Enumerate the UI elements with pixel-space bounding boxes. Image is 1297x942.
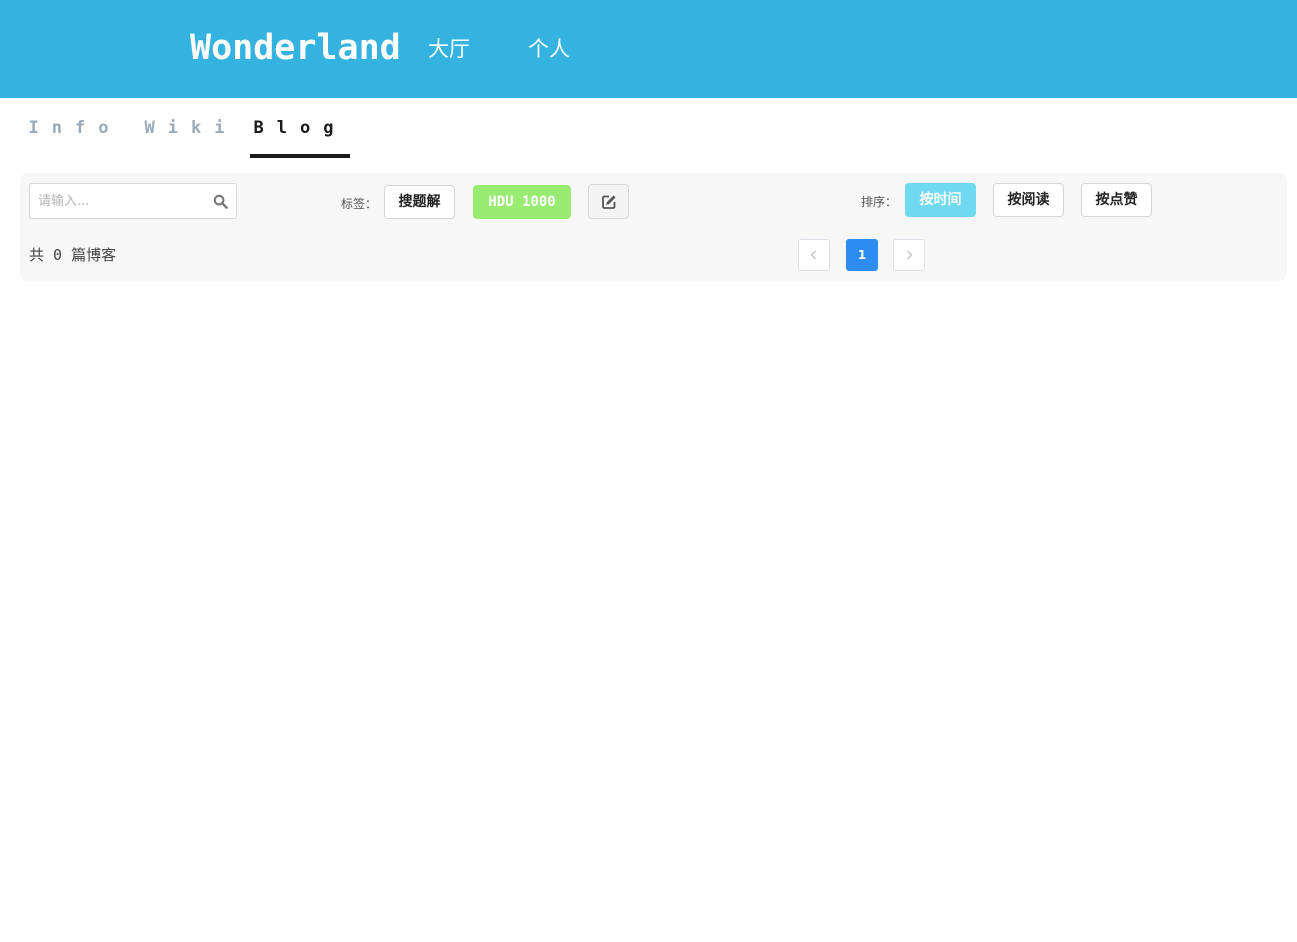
sort-by-likes-button[interactable]: 按点赞: [1081, 183, 1152, 217]
page-number-1[interactable]: 1: [846, 239, 878, 271]
tab-wiki[interactable]: Wiki: [136, 98, 246, 154]
blog-filter-panel: 标签： 搜题解 HDU 1000 排序： 按时间 按阅读 按点赞 共 0 篇博客…: [20, 173, 1287, 281]
sort-by-reads-button[interactable]: 按阅读: [993, 183, 1064, 217]
tag-button-hdu-1000[interactable]: HDU 1000: [473, 185, 571, 219]
blog-count-text: 共 0 篇博客: [29, 246, 117, 264]
next-page-button[interactable]: [893, 239, 925, 271]
top-navbar: Wonderland 大厅 个人: [0, 0, 1297, 98]
sort-label: 排序：: [861, 195, 898, 209]
chevron-left-icon: [810, 250, 816, 260]
search-icon[interactable]: [213, 194, 228, 209]
tab-bar: Info Wiki Blog: [0, 98, 1297, 158]
tab-info[interactable]: Info: [20, 98, 130, 154]
edit-button[interactable]: [588, 184, 629, 219]
tags-label: 标签：: [341, 197, 378, 211]
search-input[interactable]: [30, 184, 214, 218]
chevron-right-icon: [907, 250, 913, 260]
nav-link-hall[interactable]: 大厅: [428, 34, 470, 64]
nav-link-personal[interactable]: 个人: [528, 34, 570, 64]
edit-icon: [602, 195, 616, 209]
tag-button-solution[interactable]: 搜题解: [384, 185, 455, 219]
search-box: [29, 183, 237, 219]
prev-page-button[interactable]: [798, 239, 830, 271]
tab-blog[interactable]: Blog: [250, 98, 350, 158]
sort-by-time-button[interactable]: 按时间: [905, 183, 976, 217]
brand-logo[interactable]: Wonderland: [190, 24, 401, 72]
